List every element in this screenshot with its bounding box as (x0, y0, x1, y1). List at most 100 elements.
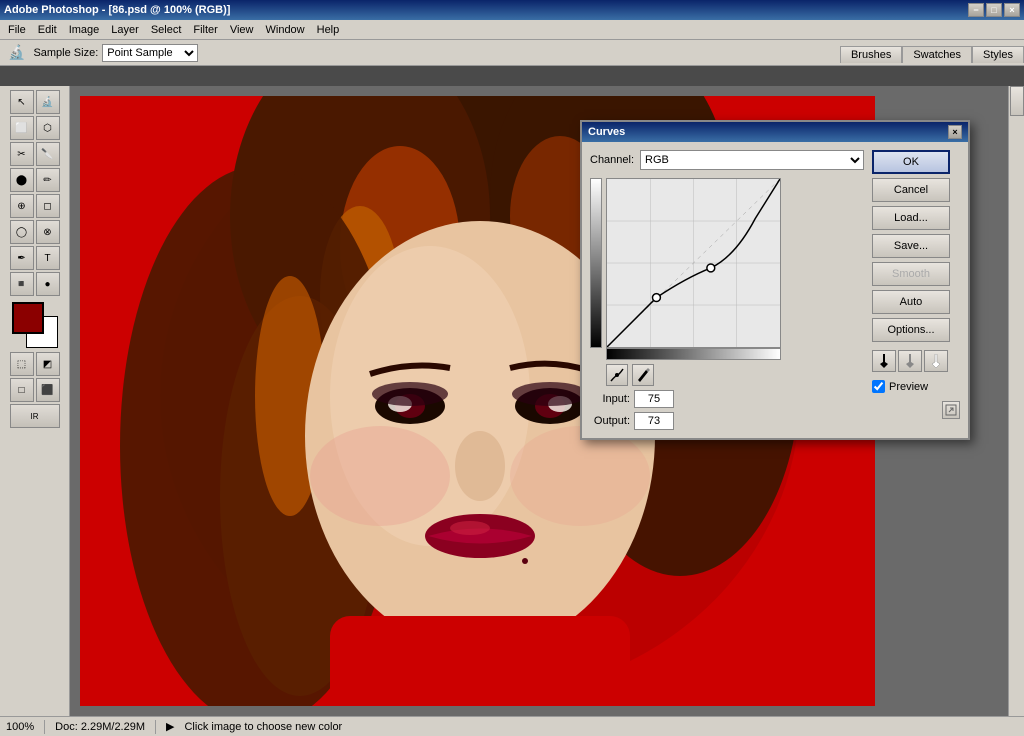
curves-graph[interactable] (606, 178, 781, 348)
menu-edit[interactable]: Edit (32, 22, 63, 38)
tool-jump-to-ir[interactable]: IR (10, 404, 60, 428)
output-label: Output: (590, 415, 630, 427)
tool-brush[interactable]: ✏ (36, 168, 60, 192)
panel-tabs: Brushes Swatches Styles (840, 46, 1024, 63)
preview-checkbox[interactable] (872, 380, 885, 393)
cancel-button[interactable]: Cancel (872, 178, 950, 202)
curves-dialog: Curves × Channel: RGB Red Green Blue (580, 120, 970, 440)
ok-button[interactable]: OK (872, 150, 950, 174)
menu-bar: File Edit Image Layer Select Filter View… (0, 20, 1024, 40)
sample-gray-icon[interactable] (898, 350, 922, 372)
tool-row-view: □ ⬛ (10, 378, 60, 402)
channel-row: Channel: RGB Red Green Blue (590, 150, 864, 170)
menu-help[interactable]: Help (311, 22, 346, 38)
channel-select[interactable]: RGB Red Green Blue (640, 150, 864, 170)
curves-right-panel: OK Cancel Load... Save... Smooth Auto Op… (872, 150, 960, 430)
expand-button[interactable] (942, 401, 960, 419)
input-label: Input: (590, 393, 630, 405)
window-controls: − □ × (968, 3, 1020, 17)
tool-standard-mode[interactable]: ⬚ (10, 352, 34, 376)
tool-eraser[interactable]: ◻ (36, 194, 60, 218)
menu-window[interactable]: Window (260, 22, 311, 38)
curves-graph-container (590, 178, 864, 348)
minimize-button[interactable]: − (968, 3, 984, 17)
options-button[interactable]: Options... (872, 318, 950, 342)
tool-crop[interactable]: ✂ (10, 142, 34, 166)
status-divider-1 (44, 720, 45, 734)
menu-filter[interactable]: Filter (187, 22, 223, 38)
toolbar: ↖ 🔬 ⬜ ⬡ ✂ 🔪 ⬤ ✏ ⊕ ◻ ◯ ⊗ ✒ T ◾ ● ⬚ ◩ □ ⬛ (0, 86, 70, 716)
channel-label: Channel: (590, 154, 634, 166)
tool-shape[interactable]: ◾ (10, 272, 34, 296)
title-bar: Adobe Photoshop - [86.psd @ 100% (RGB)] … (0, 0, 1024, 20)
tool-quick-mask[interactable]: ◩ (36, 352, 60, 376)
curves-left-panel: Channel: RGB Red Green Blue (590, 150, 864, 430)
curves-x-gradient (606, 348, 781, 360)
tool-marquee-lasso[interactable]: ⬡ (36, 116, 60, 140)
curves-dialog-close[interactable]: × (948, 125, 962, 139)
output-field[interactable] (634, 412, 674, 430)
curve-icons (606, 364, 864, 386)
curve-point-2[interactable] (652, 294, 660, 302)
tab-brushes[interactable]: Brushes (840, 46, 902, 63)
tool-type[interactable]: T (36, 246, 60, 270)
tool-row-4: ⬤ ✏ (10, 168, 60, 192)
menu-layer[interactable]: Layer (105, 22, 145, 38)
curve-mode-points[interactable] (606, 364, 628, 386)
menu-file[interactable]: File (2, 22, 32, 38)
curves-dialog-body: Channel: RGB Red Green Blue (582, 142, 968, 438)
tool-row-8: ◾ ● (10, 272, 60, 296)
curves-y-gradient (590, 178, 602, 348)
load-button[interactable]: Load... (872, 206, 950, 230)
smooth-button[interactable]: Smooth (872, 262, 950, 286)
eyedropper-icon: 🔬 (4, 44, 29, 61)
auto-button[interactable]: Auto (872, 290, 950, 314)
tool-clone[interactable]: ⊕ (10, 194, 34, 218)
maximize-button[interactable]: □ (986, 3, 1002, 17)
curve-point-1[interactable] (707, 264, 715, 272)
tool-screen-mode[interactable]: □ (10, 378, 34, 402)
tab-styles[interactable]: Styles (972, 46, 1024, 63)
tool-burn[interactable]: ⊗ (36, 220, 60, 244)
tool-patch[interactable]: ⬤ (10, 168, 34, 192)
sample-white-icon[interactable] (924, 350, 948, 372)
menu-select[interactable]: Select (145, 22, 188, 38)
tool-slice[interactable]: 🔪 (36, 142, 60, 166)
tool-row-mask: ⬚ ◩ (10, 352, 60, 376)
tool-pen[interactable]: ✒ (10, 246, 34, 270)
preview-row: Preview (872, 380, 960, 393)
status-hint: Click image to choose new color (184, 721, 342, 733)
foreground-color[interactable] (12, 302, 44, 334)
curves-dialog-title: Curves (588, 126, 625, 138)
app-title: Adobe Photoshop - [86.psd @ 100% (RGB)] (4, 4, 230, 16)
sample-black-icon[interactable] (872, 350, 896, 372)
tool-dodge[interactable]: ◯ (10, 220, 34, 244)
tool-row-1: ↖ 🔬 (10, 90, 60, 114)
close-button[interactable]: × (1004, 3, 1020, 17)
tool-row-2: ⬜ ⬡ (10, 116, 60, 140)
doc-info: Doc: 2.29M/2.29M (55, 721, 145, 733)
tool-move[interactable]: ↖ (10, 90, 34, 114)
curves-dialog-titlebar: Curves × (582, 122, 968, 142)
menu-view[interactable]: View (224, 22, 260, 38)
input-field[interactable] (634, 390, 674, 408)
tool-marquee-rect[interactable]: ⬜ (10, 116, 34, 140)
tool-eyedropper[interactable]: 🔬 (36, 90, 60, 114)
curve-mode-pencil[interactable] (632, 364, 654, 386)
save-button[interactable]: Save... (872, 234, 950, 258)
tool-row-6: ◯ ⊗ (10, 220, 60, 244)
tab-swatches[interactable]: Swatches (902, 46, 972, 63)
color-swatch-area (12, 302, 58, 348)
curves-svg (607, 179, 780, 347)
scrollbar-thumb[interactable] (1010, 86, 1024, 116)
scrollbar-vertical[interactable] (1008, 86, 1024, 716)
sample-size-label: Sample Size: (33, 47, 98, 59)
input-row: Input: (590, 390, 864, 408)
preview-label: Preview (889, 381, 928, 393)
tool-row-5: ⊕ ◻ (10, 194, 60, 218)
eyedropper-icons-row (872, 350, 960, 372)
sample-size-select[interactable]: Point Sample 3 by 3 Average 5 by 5 Avera… (102, 44, 198, 62)
tool-ellipse[interactable]: ● (36, 272, 60, 296)
menu-image[interactable]: Image (63, 22, 106, 38)
tool-full-screen[interactable]: ⬛ (36, 378, 60, 402)
